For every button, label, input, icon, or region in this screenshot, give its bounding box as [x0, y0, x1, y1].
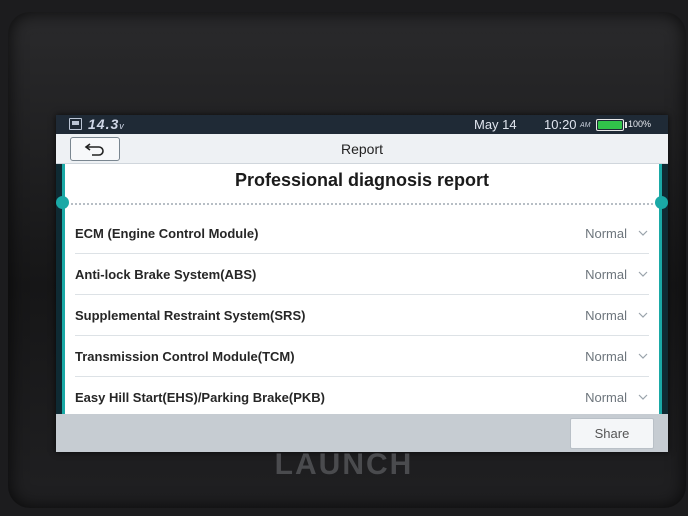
row-label: Supplemental Restraint System(SRS) [75, 307, 306, 323]
share-button[interactable]: Share [570, 418, 654, 449]
voltage-unit: v [119, 121, 125, 131]
chevron-down-icon [637, 309, 649, 321]
brand-logo: LAUNCH [274, 448, 414, 481]
device-frame: 14.3v May 14 10:20 AM 100% Report Profes… [8, 12, 686, 508]
row-status: Normal [585, 266, 627, 282]
row-status: Normal [585, 307, 627, 323]
battery-fill [598, 121, 622, 129]
page-title: Report [340, 141, 384, 157]
row-status: Normal [585, 389, 627, 405]
battery-icon [596, 119, 627, 131]
dotted-divider [71, 203, 653, 205]
report-row-abs[interactable]: Anti-lock Brake System(ABS) Normal [75, 254, 649, 295]
report-panel: Professional diagnosis report ECM (Engin… [56, 164, 668, 417]
title-bar: Report [56, 134, 668, 164]
status-bar: 14.3v May 14 10:20 AM 100% [56, 115, 668, 134]
divider-knob-left [56, 196, 69, 209]
report-heading: Professional diagnosis report [234, 170, 490, 190]
row-label: Anti-lock Brake System(ABS) [75, 266, 257, 282]
status-ampm: AM [580, 122, 591, 129]
divider-knob-right [655, 196, 668, 209]
row-status: Normal [585, 225, 627, 241]
battery-percent: 100% [628, 119, 652, 129]
row-label: ECM (Engine Control Module) [75, 225, 259, 241]
row-label: Easy Hill Start(EHS)/Parking Brake(PKB) [75, 389, 325, 405]
chevron-down-icon [637, 391, 649, 403]
row-label: Transmission Control Module(TCM) [75, 348, 295, 364]
voltage-readout: 14.3v [88, 116, 125, 132]
report-row-ehs-pkb[interactable]: Easy Hill Start(EHS)/Parking Brake(PKB) … [75, 377, 649, 417]
report-row-tcm[interactable]: Transmission Control Module(TCM) Normal [75, 336, 649, 377]
row-status: Normal [585, 348, 627, 364]
chevron-down-icon [637, 268, 649, 280]
status-date: May 14 [474, 117, 517, 132]
report-row-srs[interactable]: Supplemental Restraint System(SRS) Norma… [75, 295, 649, 336]
report-row-ecm[interactable]: ECM (Engine Control Module) Normal [75, 213, 649, 254]
status-time: 10:20 [544, 117, 577, 132]
chevron-down-icon [637, 350, 649, 362]
chevron-down-icon [637, 227, 649, 239]
voltage-value: 14.3 [88, 116, 120, 132]
bottom-toolbar: Share [56, 414, 668, 452]
image-icon [69, 118, 82, 130]
screen: 14.3v May 14 10:20 AM 100% Report Profes… [56, 115, 668, 452]
